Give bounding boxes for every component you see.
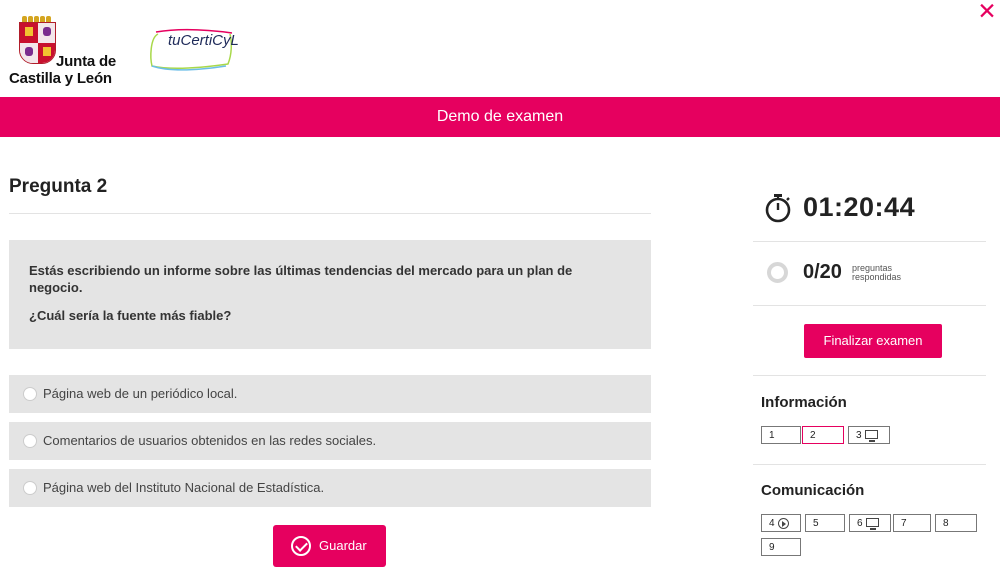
question-statement-box: Estás escribiendo un informe sobre las ú… — [9, 240, 651, 349]
question-nav-9[interactable]: 9 — [761, 538, 801, 556]
org-logo-line1: Junta de — [56, 53, 117, 70]
divider — [753, 305, 986, 306]
question-nav-1[interactable]: 1 — [761, 426, 801, 444]
close-button[interactable]: ✕ — [977, 0, 997, 23]
answer-option-label: Página web de un periódico local. — [43, 386, 238, 401]
monitor-icon — [866, 518, 879, 530]
answer-option-label: Página web del Instituto Nacional de Est… — [43, 480, 325, 495]
section-title-informacion: Información — [761, 394, 847, 411]
exam-title-bar: Demo de examen — [0, 97, 1000, 137]
answer-option-1[interactable]: Página web de un periódico local. — [9, 375, 651, 413]
answered-unit-line2: respondidas — [852, 272, 902, 282]
question-nav-number: 5 — [813, 518, 819, 529]
question-nav-8[interactable]: 8 — [935, 514, 977, 532]
header: Junta de Castilla y León tuCertiCyL ✕ — [0, 0, 1000, 97]
section-title-comunicacion: Comunicación — [761, 482, 865, 499]
radio-button[interactable] — [23, 434, 37, 448]
question-nav-number: 2 — [810, 430, 816, 441]
crown-icon — [22, 11, 52, 24]
answered-count: 0/20 — [803, 261, 842, 283]
question-nav-4[interactable]: 4 — [761, 514, 801, 532]
question-nav-number: 3 — [856, 430, 862, 441]
coat-of-arms-icon — [19, 22, 56, 64]
org-logo-line2: Castilla y León — [9, 70, 112, 87]
divider — [753, 464, 986, 465]
question-nav-number: 6 — [857, 518, 863, 529]
question-nav-6[interactable]: 6 — [849, 514, 891, 532]
question-nav-7[interactable]: 7 — [893, 514, 931, 532]
question-nav-3[interactable]: 3 — [848, 426, 890, 444]
check-circle-icon — [291, 536, 311, 556]
answer-option-2[interactable]: Comentarios de usuarios obtenidos en las… — [9, 422, 651, 460]
stopwatch-icon — [765, 194, 791, 223]
timer-value: 01:20:44 — [803, 192, 916, 222]
answer-option-3[interactable]: Página web del Instituto Nacional de Est… — [9, 469, 651, 507]
question-text: Estás escribiendo un informe sobre las ú… — [29, 263, 573, 295]
brand-logo-text: tuCertiCyL — [168, 32, 239, 49]
question-nav-number: 7 — [901, 518, 907, 529]
question-nav-number: 4 — [769, 518, 775, 529]
question-nav-number: 9 — [769, 542, 775, 553]
divider — [9, 213, 651, 214]
question-nav-number: 8 — [943, 518, 949, 529]
junta-castilla-leon-logo: Junta de Castilla y León — [9, 11, 124, 87]
save-button-label: Guardar — [319, 538, 367, 553]
finish-exam-button[interactable]: Finalizar examen — [804, 324, 942, 358]
tucerticyl-logo: tuCertiCyL — [140, 24, 240, 74]
save-button[interactable]: Guardar — [273, 525, 386, 567]
divider — [753, 375, 986, 376]
play-icon — [778, 518, 789, 529]
question-nav-2[interactable]: 2 — [802, 426, 844, 444]
radio-button[interactable] — [23, 387, 37, 401]
answer-option-label: Comentarios de usuarios obtenidos en las… — [43, 433, 377, 448]
radio-button[interactable] — [23, 481, 37, 495]
question-number: Pregunta 2 — [9, 176, 108, 197]
answered-unit-label: preguntas respondidas — [852, 264, 901, 282]
question-nav-5[interactable]: 5 — [805, 514, 845, 532]
divider — [753, 241, 986, 242]
question-ask: ¿Cuál sería la fuente más fiable? — [29, 308, 232, 323]
monitor-icon — [865, 430, 878, 442]
progress-ring-icon — [767, 262, 788, 283]
question-nav-number: 1 — [769, 430, 775, 441]
